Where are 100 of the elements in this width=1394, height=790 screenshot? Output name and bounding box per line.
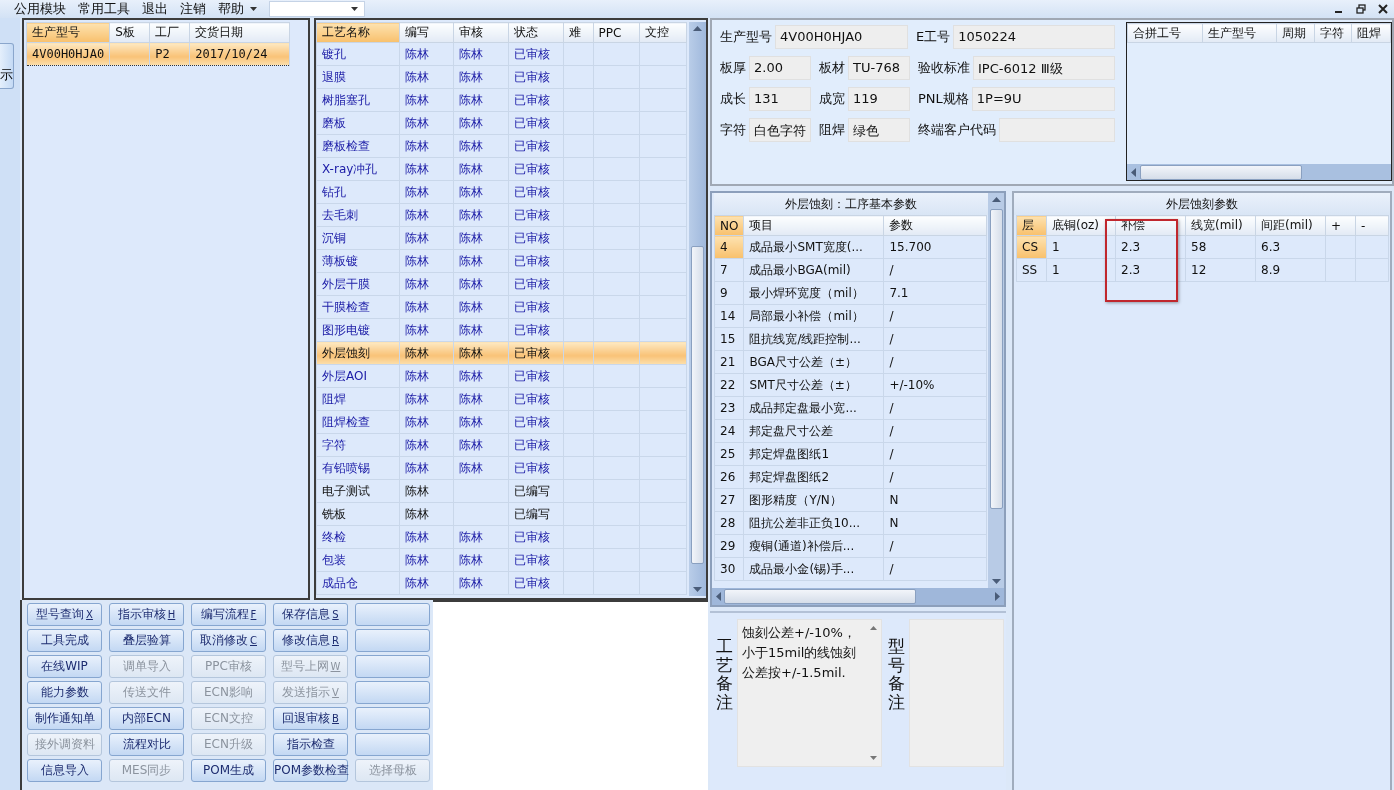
action-button[interactable]: 取消修改 C xyxy=(191,629,266,652)
table-row[interactable]: 26 邦定焊盘图纸2 / xyxy=(714,465,987,489)
table-row[interactable]: 沉铜 陈林 陈林 已审核 xyxy=(316,226,687,250)
table-row[interactable]: 去毛刺 陈林 陈林 已审核 xyxy=(316,203,687,227)
table-row[interactable]: 外层蚀刻 陈林 陈林 已审核 xyxy=(316,341,687,365)
down-arrow-icon[interactable] xyxy=(991,579,1001,584)
table-row[interactable]: 有铅喷锡 陈林 陈林 已审核 xyxy=(316,456,687,480)
left-arrow-icon[interactable] xyxy=(716,592,721,601)
table-row[interactable]: 29 瘦铜(通道)补偿后... / xyxy=(714,534,987,558)
side-button[interactable]: 示 xyxy=(0,43,14,89)
table-row[interactable]: 磨板检查 陈林 陈林 已审核 xyxy=(316,134,687,158)
table-row[interactable]: CS 1 2.3 58 6.3 xyxy=(1016,235,1389,259)
text-field[interactable]: 1P=9U xyxy=(971,86,1115,111)
action-button[interactable]: POM生成 xyxy=(191,759,266,782)
table-row[interactable]: 14 局部最小补偿（mil） / xyxy=(714,304,987,328)
table-row[interactable]: 外层干膜 陈林 陈林 已审核 xyxy=(316,272,687,296)
up-arrow-icon[interactable] xyxy=(693,26,703,31)
action-button[interactable]: 内部ECN xyxy=(109,707,184,730)
column-header[interactable]: 间距(mil) xyxy=(1255,215,1326,236)
column-header[interactable]: PPC xyxy=(593,22,640,43)
table-row[interactable]: 电子测试 陈林 已编写 xyxy=(316,479,687,503)
text-field[interactable]: 绿色 xyxy=(848,117,910,142)
column-header[interactable]: 项目 xyxy=(743,215,884,236)
action-button[interactable]: 修改信息 R xyxy=(273,629,348,652)
table-row[interactable]: 镀孔 陈林 陈林 已审核 xyxy=(316,42,687,66)
action-button[interactable] xyxy=(355,629,430,652)
remark-field[interactable]: 蚀刻公差+/-10%，小于15mil的线蚀刻公差按+/-1.5mil. xyxy=(737,619,882,767)
menu-item[interactable]: 公用模块 xyxy=(14,0,66,18)
table-row[interactable]: 图形电镀 陈林 陈林 已审核 xyxy=(316,318,687,342)
text-field[interactable]: 4V00H0HJA0 xyxy=(775,24,908,49)
action-button[interactable] xyxy=(355,603,430,626)
column-header[interactable]: 文控 xyxy=(639,22,687,43)
column-header[interactable]: 状态 xyxy=(508,22,564,43)
caret-icon[interactable] xyxy=(250,7,257,11)
action-button[interactable]: 编写流程 F xyxy=(191,603,266,626)
action-button[interactable]: 在线WIP xyxy=(27,655,102,678)
action-button[interactable]: POM参数检查 xyxy=(273,759,348,782)
table-row[interactable]: 15 阻抗线宽/线距控制... / xyxy=(714,327,987,351)
action-button[interactable]: 流程对比 xyxy=(109,733,184,756)
scrollbar[interactable] xyxy=(988,193,1004,588)
scrollbar[interactable] xyxy=(689,22,706,596)
column-header[interactable]: 工厂 xyxy=(149,22,190,43)
table-row[interactable]: 字符 陈林 陈林 已审核 xyxy=(316,433,687,457)
action-button[interactable]: 能力参数 xyxy=(27,681,102,704)
scrollbar[interactable] xyxy=(712,588,1004,605)
action-button[interactable]: 工具完成 xyxy=(27,629,102,652)
action-button[interactable]: 型号查询 X xyxy=(27,603,102,626)
action-button[interactable]: 回退审核 B xyxy=(273,707,348,730)
column-header[interactable]: 阻焊 xyxy=(1351,23,1391,43)
table-row[interactable]: 终检 陈林 陈林 已审核 xyxy=(316,525,687,549)
column-header[interactable]: 参数 xyxy=(883,215,987,236)
table-row[interactable]: 外层AOI 陈林 陈林 已审核 xyxy=(316,364,687,388)
text-field[interactable] xyxy=(999,117,1115,142)
column-header[interactable]: 线宽(mil) xyxy=(1185,215,1256,236)
column-header[interactable]: 交货日期 xyxy=(189,22,290,43)
text-field[interactable]: 119 xyxy=(848,86,910,111)
action-button[interactable]: 制作通知单 xyxy=(27,707,102,730)
table-row[interactable]: 24 邦定盘尺寸公差 / xyxy=(714,419,987,443)
column-header[interactable]: NO xyxy=(714,215,744,236)
column-header[interactable]: 周期 xyxy=(1276,23,1315,43)
right-arrow-icon[interactable] xyxy=(995,592,1000,601)
column-header[interactable]: 字符 xyxy=(1314,23,1352,43)
table-row[interactable]: 阻焊检查 陈林 陈林 已审核 xyxy=(316,410,687,434)
action-button[interactable]: 叠层验算 xyxy=(109,629,184,652)
table-row[interactable]: 成品仓 陈林 陈林 已审核 xyxy=(316,571,687,595)
action-button[interactable]: 信息导入 xyxy=(27,759,102,782)
column-header[interactable]: 编写 xyxy=(399,22,454,43)
table-row[interactable]: 27 图形精度（Y/N） N xyxy=(714,488,987,512)
column-header[interactable]: 合拼工号 xyxy=(1127,23,1203,43)
table-row[interactable]: 薄板镀 陈林 陈林 已审核 xyxy=(316,249,687,273)
down-arrow-icon[interactable] xyxy=(870,756,878,760)
menu-item[interactable]: 注销 xyxy=(180,0,206,18)
table-row[interactable]: 干膜检查 陈林 陈林 已审核 xyxy=(316,295,687,319)
column-header[interactable]: 工艺名称 xyxy=(316,22,400,43)
scroll-thumb[interactable] xyxy=(691,246,705,564)
dropdown-field[interactable] xyxy=(269,1,365,17)
up-arrow-icon[interactable] xyxy=(870,626,878,630)
action-button[interactable]: 保存信息 S xyxy=(273,603,348,626)
up-arrow-icon[interactable] xyxy=(991,197,1001,202)
table-row[interactable]: 4 成品最小SMT宽度(... 15.700 xyxy=(714,235,987,259)
text-field[interactable]: TU-768 xyxy=(848,55,910,80)
column-header[interactable]: S板 xyxy=(109,22,150,43)
column-header[interactable]: - xyxy=(1355,215,1389,236)
column-header[interactable]: 层 xyxy=(1016,215,1047,236)
menu-item[interactable]: 帮助 xyxy=(218,0,244,18)
table-row[interactable]: 21 BGA尺寸公差（±） / xyxy=(714,350,987,374)
menu-item[interactable]: 常用工具 xyxy=(78,0,130,18)
down-arrow-icon[interactable] xyxy=(693,587,703,592)
table-row[interactable]: 4V00H0HJA0 P2 2017/10/24 xyxy=(26,42,290,66)
table-row[interactable]: X-ray冲孔 陈林 陈林 已审核 xyxy=(316,157,687,181)
table-row[interactable]: 退膜 陈林 陈林 已审核 xyxy=(316,65,687,89)
remark-field[interactable] xyxy=(908,619,1004,767)
action-button[interactable] xyxy=(355,681,430,704)
table-row[interactable]: 30 成品最小金(锡)手... / xyxy=(714,557,987,581)
scrollbar[interactable] xyxy=(1127,164,1391,180)
table-row[interactable]: 23 成品邦定盘最小宽... / xyxy=(714,396,987,420)
scroll-thumb[interactable] xyxy=(1140,164,1302,180)
action-button[interactable] xyxy=(355,733,430,756)
column-header[interactable]: 难 xyxy=(563,22,594,43)
column-header[interactable]: 生产型号 xyxy=(26,22,110,43)
